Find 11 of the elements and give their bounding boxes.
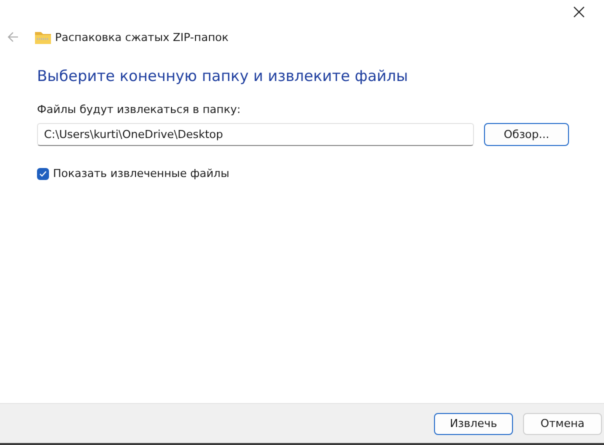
cancel-button[interactable]: Отмена xyxy=(523,412,602,434)
extract-button[interactable]: Извлечь xyxy=(434,412,513,434)
window-title: Распаковка сжатых ZIP-папок xyxy=(55,30,229,44)
page-heading: Выберите конечную папку и извлеките файлы xyxy=(37,66,409,87)
zipped-folder-icon xyxy=(35,30,51,44)
show-files-label: Показать извлеченные файлы xyxy=(53,167,230,180)
show-files-checkbox[interactable] xyxy=(37,168,49,180)
close-icon[interactable] xyxy=(573,6,585,18)
browse-button[interactable]: Обзор... xyxy=(484,123,569,146)
destination-path-field[interactable]: C:\Users\kurti\OneDrive\Desktop xyxy=(37,123,474,146)
destination-label: Файлы будут извлекаться в папку: xyxy=(37,103,242,117)
